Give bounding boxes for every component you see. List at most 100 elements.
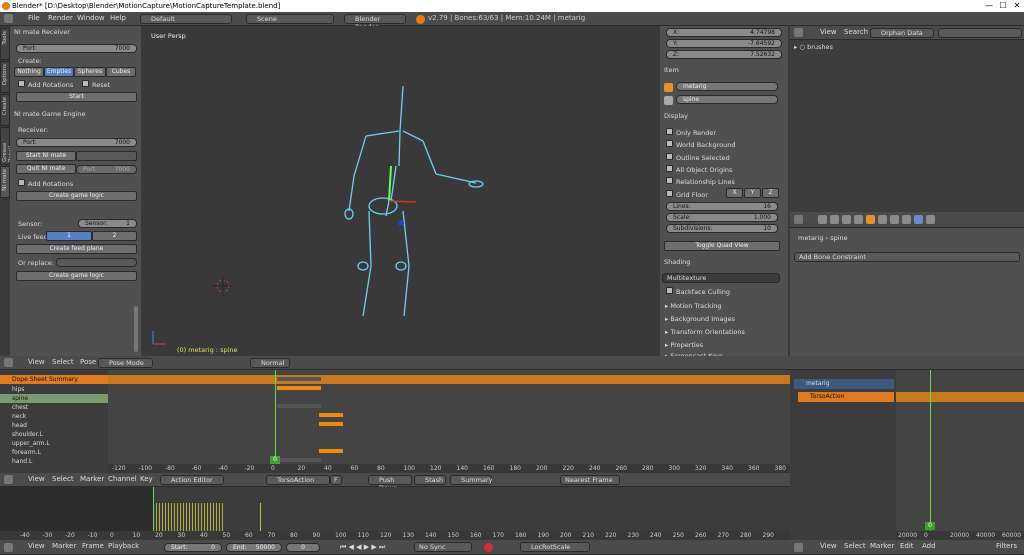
create-cubes-button[interactable]: Cubes: [106, 67, 136, 77]
view3d-menu-view[interactable]: View: [28, 356, 45, 369]
create-nothing-button[interactable]: Nothing: [14, 67, 44, 77]
outliner-editor-icon[interactable]: [794, 28, 803, 37]
only-render-checkbox[interactable]: [666, 128, 673, 135]
tab-grease-pencil[interactable]: Grease Pencil: [0, 127, 14, 165]
ds-menu-key[interactable]: Key: [140, 473, 153, 486]
action-select[interactable]: TorsoAction: [266, 475, 330, 485]
outline-selected-checkbox[interactable]: [666, 153, 673, 160]
nla-menu-marker[interactable]: Marker: [870, 540, 894, 553]
grid-lines-field[interactable]: Lines: 16: [666, 202, 778, 211]
channel-row-1[interactable]: spine: [0, 394, 108, 403]
create-empties-button[interactable]: Empties: [44, 67, 74, 77]
nla-menu-select[interactable]: Select: [844, 540, 866, 553]
view3d-menu-pose[interactable]: Pose: [80, 356, 96, 369]
tl-menu-view[interactable]: View: [28, 540, 45, 553]
maximize-button[interactable]: ☐: [996, 0, 1010, 12]
menu-file[interactable]: File: [28, 12, 40, 25]
grid-z-button[interactable]: Z: [762, 188, 779, 198]
live-feed-1-button[interactable]: 1: [46, 231, 92, 241]
bone-tab-icon[interactable]: [902, 215, 911, 224]
menu-window[interactable]: Window: [77, 12, 105, 25]
panel-transform-orientations[interactable]: ▸ Transform Orientations: [665, 328, 745, 336]
grid-subdiv-field[interactable]: Subdivisions: 10: [666, 224, 778, 233]
sensor-field[interactable]: Sensor: 1: [78, 219, 137, 228]
view3d-menu-select[interactable]: Select: [52, 356, 74, 369]
nla-menu-add[interactable]: Add: [922, 540, 936, 553]
keyframes-region[interactable]: [275, 377, 345, 465]
grid-y-button[interactable]: Y: [744, 188, 761, 198]
channel-row-5[interactable]: shoulder.L: [0, 430, 108, 439]
channel-row-0[interactable]: hips: [0, 385, 108, 394]
nla-action-strip[interactable]: [896, 392, 1024, 402]
render-tab-icon[interactable]: [818, 215, 827, 224]
dopesheet-editor-icon[interactable]: [4, 475, 13, 484]
receiver-port-field[interactable]: Port: 7000: [16, 44, 137, 53]
snap-select[interactable]: Nearest Frame: [560, 475, 620, 485]
channel-row-7[interactable]: forearm.L: [0, 448, 108, 457]
add-bone-constraint-select[interactable]: Add Bone Constraint: [794, 252, 1020, 262]
timeline-ruler[interactable]: -40 -30 -20 -10 0 10 20 30 40 50 60 70 80 90 100 110 120…: [0, 531, 790, 540]
push-down-button[interactable]: Push Down: [368, 475, 412, 492]
layout-select[interactable]: Default: [140, 14, 232, 24]
panel-ni-receiver[interactable]: NI mate Receiver: [14, 27, 70, 37]
nla-ruler[interactable]: 20000 0 20000 40000 60000: [896, 531, 1024, 540]
props-editor-icon[interactable]: [794, 215, 803, 224]
panel-motion-tracking[interactable]: ▸ Motion Tracking: [665, 302, 722, 310]
interaction-mode-select[interactable]: Pose Mode: [98, 358, 153, 368]
ds-menu-view[interactable]: View: [28, 473, 45, 486]
sync-mode-select[interactable]: No Sync: [414, 542, 472, 552]
nla-menu-view[interactable]: View: [820, 540, 837, 553]
quit-ni-mate-button[interactable]: Quit NI mate: [16, 164, 76, 174]
outliner-search-input[interactable]: [938, 28, 1022, 38]
game-port-field[interactable]: Port: 7000: [16, 138, 137, 147]
start-ni-mate-button[interactable]: Start NI mate: [16, 151, 76, 161]
start-receiver-button[interactable]: Start: [16, 92, 137, 102]
loc-y-field[interactable]: Y: -7.64592: [666, 39, 782, 48]
grid-scale-field[interactable]: Scale: 1.000: [666, 213, 778, 222]
object-tab-icon[interactable]: [866, 215, 875, 224]
editor-type-icon[interactable]: [4, 14, 13, 23]
view3d-editor-icon[interactable]: [4, 358, 13, 367]
world-bg-checkbox[interactable]: [666, 140, 673, 147]
panel-display[interactable]: Display: [664, 111, 688, 121]
nla-filters-button[interactable]: Filters: [996, 540, 1017, 553]
panel-item[interactable]: Item: [664, 65, 679, 75]
menu-help[interactable]: Help: [110, 12, 126, 25]
ds-menu-marker[interactable]: Marker: [80, 473, 104, 486]
ds-menu-select[interactable]: Select: [52, 473, 74, 486]
add-rotations-checkbox[interactable]: [18, 80, 25, 87]
tab-options[interactable]: Options: [0, 61, 10, 93]
world-tab-icon[interactable]: [854, 215, 863, 224]
bone-name-field[interactable]: spine: [676, 95, 778, 104]
shading-mode-select[interactable]: Multitexture: [662, 273, 780, 283]
relationship-lines-checkbox[interactable]: [666, 177, 673, 184]
outliner-item-brushes[interactable]: ▸ ○ brushes: [794, 43, 833, 51]
close-button[interactable]: ✕: [1010, 0, 1024, 12]
scene-tab-icon[interactable]: [842, 215, 851, 224]
texture-tab-icon[interactable]: [926, 215, 935, 224]
create-game-logic-button[interactable]: Create game logic: [16, 191, 137, 201]
ds-menu-channel[interactable]: Channel: [108, 473, 137, 486]
outliner-menu-search[interactable]: Search: [844, 26, 868, 39]
stash-button[interactable]: Stash: [414, 475, 446, 485]
tab-tools[interactable]: Tools: [0, 28, 10, 60]
grid-floor-checkbox[interactable]: [666, 190, 673, 197]
all-origins-checkbox[interactable]: [666, 165, 673, 172]
fake-user-button[interactable]: F: [330, 475, 342, 485]
panel-background-images[interactable]: ▸ Background Images: [665, 315, 735, 323]
nla-object-row[interactable]: metarig: [794, 379, 894, 389]
tab-create[interactable]: Create: [0, 94, 10, 126]
keying-set-select[interactable]: LocRotScale: [520, 542, 590, 552]
channel-summary[interactable]: Dope Sheet Summary: [0, 375, 108, 384]
channel-row-3[interactable]: neck: [0, 412, 108, 421]
tl-menu-marker[interactable]: Marker: [52, 540, 76, 553]
channel-row-6[interactable]: upper_arm.L: [0, 439, 108, 448]
dopesheet-ruler[interactable]: -120 -100 -80 -60 -40 -20 0 20 40 60 80 100 120 140 16…: [108, 464, 790, 473]
channel-row-8[interactable]: hand.L: [0, 457, 108, 466]
object-name-field[interactable]: metarig: [676, 82, 778, 91]
nla-menu-edit[interactable]: Edit: [900, 540, 914, 553]
nla-action-row[interactable]: TorsoAction: [798, 392, 894, 402]
start-frame-field[interactable]: Start: 0: [164, 543, 222, 552]
panel-shading[interactable]: Shading: [664, 257, 690, 267]
game-add-rotations-checkbox[interactable]: [18, 179, 25, 186]
